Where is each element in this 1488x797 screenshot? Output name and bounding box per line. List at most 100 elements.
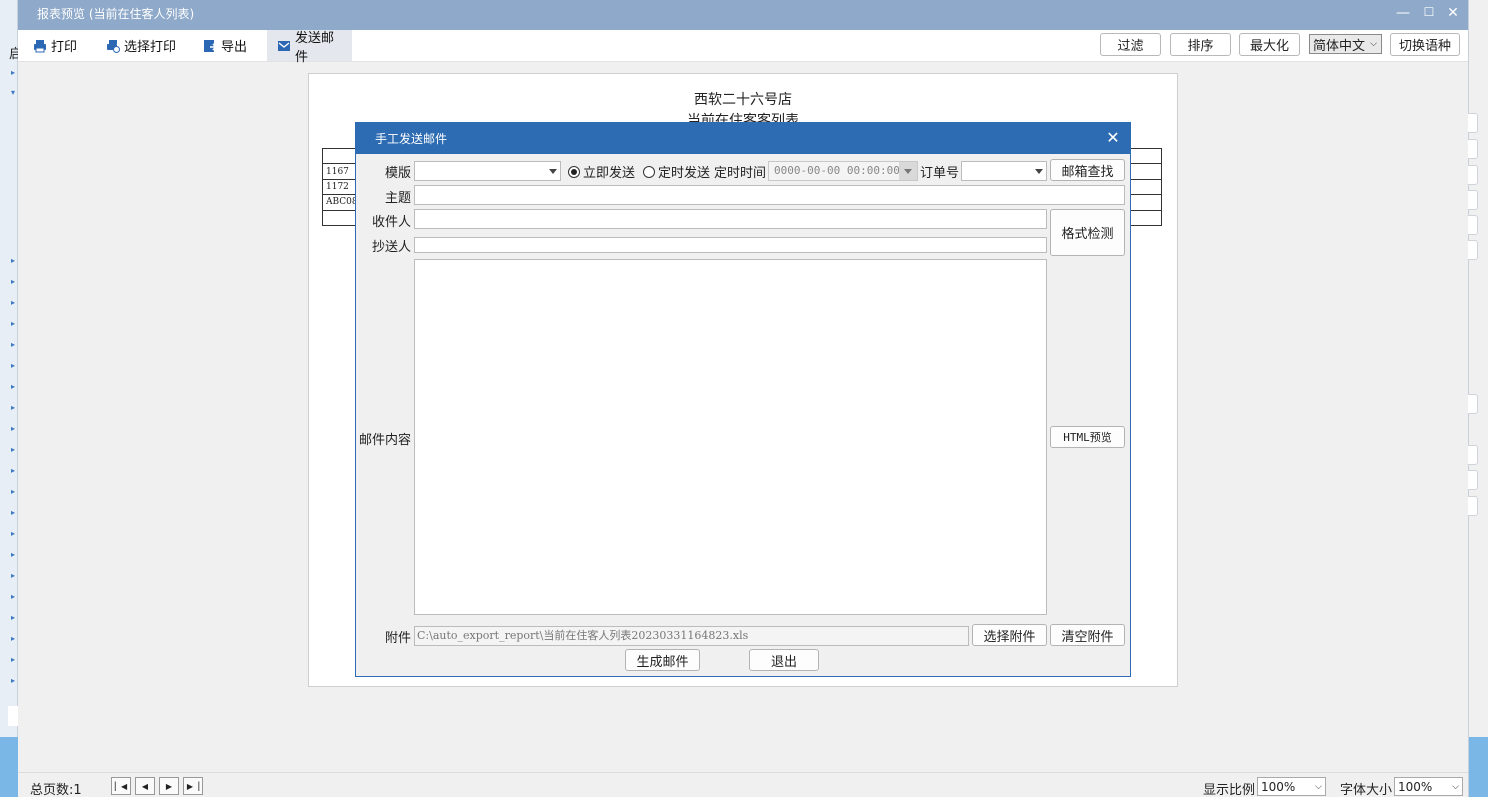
tree-expand-icon[interactable]: ▸ <box>11 508 15 517</box>
chevron-down-icon: ⌵ <box>1370 39 1377 49</box>
content-textarea[interactable] <box>414 259 1047 615</box>
chevron-down-icon: ⌵ <box>1452 781 1459 792</box>
next-page-icon[interactable]: ▶ <box>159 777 179 795</box>
zoom-select[interactable]: 100% ⌵ <box>1257 777 1326 796</box>
close-icon[interactable]: ✕ <box>1104 128 1122 147</box>
tree-expand-icon[interactable]: ▸ <box>11 424 15 433</box>
template-select[interactable] <box>414 161 561 181</box>
order-no-label: 订单号 <box>920 166 960 181</box>
send-mail-button[interactable]: 发送邮件 <box>267 30 352 65</box>
clear-attachment-button[interactable]: 清空附件 <box>1050 624 1125 646</box>
minimize-icon[interactable]: — <box>1393 5 1413 21</box>
dialog-title-bar: 手工发送邮件 ✕ <box>356 123 1130 154</box>
select-print-button[interactable]: 选择打印 <box>96 30 186 61</box>
select-printer-icon <box>106 39 120 53</box>
subject-input[interactable] <box>414 185 1125 205</box>
content-label: 邮件内容 <box>358 433 411 448</box>
send-scheduled-label: 定时发送 <box>658 166 711 181</box>
subject-label: 主题 <box>384 191 411 206</box>
recipient-input[interactable] <box>414 209 1047 229</box>
tree-collapse-icon[interactable]: ▾ <box>11 88 15 97</box>
cc-label: 抄送人 <box>371 240 411 255</box>
title-bar: 报表预览 (当前在住客人列表) — ☐ ✕ <box>18 0 1468 30</box>
last-page-icon[interactable]: ▶▕ <box>183 777 203 795</box>
send-mail-dialog: 手工发送邮件 ✕ 模版 立即发送 定时发送 定时时间 0000-00-00 00… <box>355 122 1131 677</box>
window-title: 报表预览 (当前在住客人列表) <box>37 7 195 21</box>
printer-icon <box>33 39 47 53</box>
maximize-button[interactable]: 最大化 <box>1239 33 1300 56</box>
font-size-label: 字体大小 <box>1340 783 1393 797</box>
calendar-dropdown-icon <box>899 162 917 180</box>
chevron-down-icon <box>1035 169 1043 174</box>
sort-button[interactable]: 排序 <box>1170 33 1231 56</box>
background-block <box>8 706 18 726</box>
font-size-select[interactable]: 100% ⌵ <box>1394 777 1463 796</box>
mailbox-search-button[interactable]: 邮箱查找 <box>1050 159 1125 181</box>
schedule-time-value: 0000-00-00 00:00:00 <box>774 164 900 177</box>
send-scheduled-radio[interactable]: 定时发送 <box>643 162 710 181</box>
filter-button[interactable]: 过滤 <box>1100 33 1161 56</box>
background-footer-right <box>1469 737 1488 797</box>
radio-unselected-icon <box>643 165 655 178</box>
zoom-label: 显示比例 <box>1203 783 1256 797</box>
tree-expand-icon[interactable]: ▸ <box>11 445 15 454</box>
tree-expand-icon[interactable]: ▸ <box>11 403 15 412</box>
tree-expand-icon[interactable]: ▸ <box>11 319 15 328</box>
print-label: 打印 <box>51 40 78 55</box>
zoom-value: 100% <box>1261 779 1296 794</box>
font-size-value: 100% <box>1398 779 1433 794</box>
exit-button[interactable]: 退出 <box>749 649 819 671</box>
send-now-radio[interactable]: 立即发送 <box>568 162 635 181</box>
language-value: 简体中文 <box>1313 38 1366 54</box>
tree-expand-icon[interactable]: ▸ <box>11 676 15 685</box>
cc-input[interactable] <box>414 237 1047 253</box>
tree-expand-icon[interactable]: ▸ <box>11 361 15 370</box>
html-preview-button[interactable]: HTML预览 <box>1050 426 1125 448</box>
report-store-name: 西软二十六号店 <box>694 92 792 108</box>
mail-icon <box>277 39 291 53</box>
chevron-down-icon: ⌵ <box>1315 781 1322 792</box>
dialog-title: 手工发送邮件 <box>375 132 448 146</box>
tree-expand-icon[interactable]: ▸ <box>11 340 15 349</box>
export-label: 导出 <box>221 40 248 55</box>
tree-expand-icon[interactable]: ▸ <box>11 466 15 475</box>
order-no-select[interactable] <box>961 161 1047 181</box>
send-now-label: 立即发送 <box>583 166 636 181</box>
format-check-button[interactable]: 格式检测 <box>1050 209 1125 256</box>
attachment-label: 附件 <box>384 631 411 646</box>
tree-expand-icon[interactable]: ▸ <box>11 256 15 265</box>
recipient-label: 收件人 <box>371 215 411 230</box>
total-pages: 总页数:1 <box>30 783 82 797</box>
tree-expand-icon[interactable]: ▸ <box>11 592 15 601</box>
tree-expand-icon[interactable]: ▸ <box>11 550 15 559</box>
print-button[interactable]: 打印 <box>23 30 87 61</box>
export-button[interactable]: 导出 <box>193 30 257 61</box>
switch-language-button[interactable]: 切换语种 <box>1390 33 1460 56</box>
tree-expand-icon[interactable]: ▸ <box>11 529 15 538</box>
tree-expand-icon[interactable]: ▸ <box>11 68 15 77</box>
tree-expand-icon[interactable]: ▸ <box>11 655 15 664</box>
attachment-field: C:\auto_export_report\当前在住客人列表2023033116… <box>414 626 969 646</box>
language-select[interactable]: 简体中文 ⌵ <box>1309 34 1382 54</box>
tree-expand-icon[interactable]: ▸ <box>11 634 15 643</box>
status-bar: 总页数:1 ▏◀ ◀ ▶ ▶▕ 显示比例 100% ⌵ 字体大小 100% ⌵ <box>18 772 1468 797</box>
first-page-icon[interactable]: ▏◀ <box>111 777 131 795</box>
close-icon[interactable]: ✕ <box>1443 5 1463 21</box>
schedule-time-field: 0000-00-00 00:00:00 <box>768 161 918 181</box>
export-icon <box>203 39 218 53</box>
maximize-icon[interactable]: ☐ <box>1419 5 1439 19</box>
select-print-label: 选择打印 <box>124 40 177 55</box>
tree-expand-icon[interactable]: ▸ <box>11 487 15 496</box>
tree-expand-icon[interactable]: ▸ <box>11 613 15 622</box>
tree-expand-icon[interactable]: ▸ <box>11 277 15 286</box>
background-right-panel <box>1464 0 1488 797</box>
tree-expand-icon[interactable]: ▸ <box>11 298 15 307</box>
schedule-time-label: 定时时间 <box>714 166 767 181</box>
chevron-down-icon <box>549 169 557 174</box>
tree-expand-icon[interactable]: ▸ <box>11 571 15 580</box>
tree-expand-icon[interactable]: ▸ <box>11 382 15 391</box>
select-attachment-button[interactable]: 选择附件 <box>972 624 1047 646</box>
previous-page-icon[interactable]: ◀ <box>135 777 155 795</box>
generate-mail-button[interactable]: 生成邮件 <box>625 649 700 671</box>
background-left-panel: 启 ▸ ▾ ▸ ▸ ▸ ▸ ▸ ▸ ▸ ▸ ▸ ▸ ▸ ▸ ▸ ▸ ▸ ▸ ▸ … <box>0 0 22 797</box>
